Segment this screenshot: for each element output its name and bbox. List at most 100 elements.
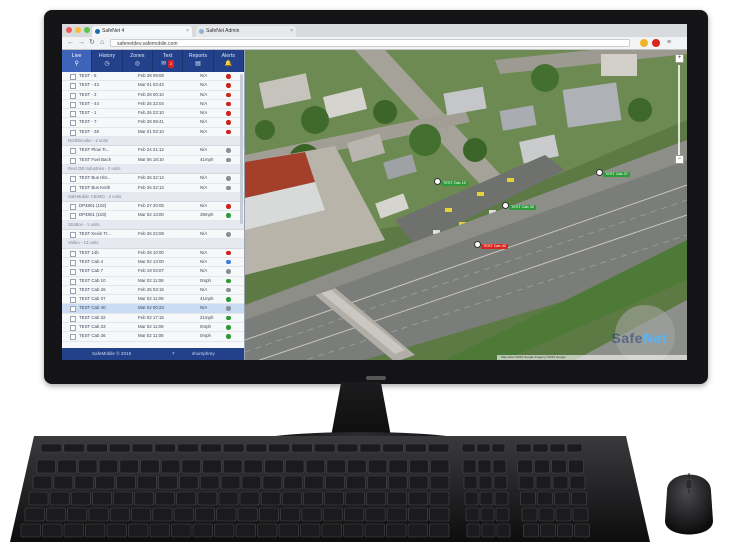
- unit-checkbox[interactable]: [70, 157, 76, 164]
- unit-row[interactable]: TEST - 44 Feb 26 22:04 N/A: [62, 100, 244, 110]
- map-attribution: Map data ©2015 Google Imagery ©2015 Goog…: [497, 355, 687, 360]
- unit-checkbox[interactable]: [70, 176, 76, 183]
- unit-group-header[interactable]: Northbrooke - 2 units: [62, 137, 244, 147]
- browser-tab-safenet[interactable]: SafeNet 4 ×: [92, 26, 192, 37]
- forward-icon[interactable]: →: [78, 37, 85, 49]
- close-tab-icon[interactable]: ×: [290, 26, 293, 37]
- unit-row[interactable]: DP4801 (102) Feb 27 20:05 N/A: [62, 202, 244, 212]
- unit-checkbox[interactable]: [70, 111, 76, 118]
- keyboard-key: [314, 443, 336, 453]
- scrollbar[interactable]: [240, 74, 243, 224]
- close-tab-icon[interactable]: ×: [186, 26, 189, 37]
- map-marker-cab-37[interactable]: TEST Cab 37: [596, 169, 630, 177]
- unit-row[interactable]: DP4801 (103) Mar 02 13:00 38mph: [62, 211, 244, 221]
- unit-last-update: Mar 01 03:10: [138, 128, 164, 134]
- home-icon[interactable]: ⌂: [100, 37, 104, 49]
- unit-checkbox[interactable]: [70, 92, 76, 99]
- unit-row[interactable]: TEST - 28 Mar 01 03:10 N/A: [62, 128, 244, 138]
- keyboard-key: [160, 459, 181, 474]
- status-dot-icon: [226, 185, 231, 191]
- unit-last-update: Feb 28 10:00: [138, 249, 164, 255]
- unit-checkbox[interactable]: [70, 278, 76, 285]
- status-dot-icon: [226, 92, 231, 98]
- unit-checkbox[interactable]: [70, 204, 76, 211]
- unit-group-header[interactable]: Valleo - 13 units: [62, 239, 244, 249]
- tab-history[interactable]: History ◷: [92, 50, 123, 72]
- map-marker-cab-40[interactable]: TEST Cab 40: [474, 241, 508, 249]
- zoom-out-button[interactable]: −: [675, 155, 684, 164]
- unit-checkbox[interactable]: [70, 297, 76, 304]
- user-name[interactable]: shumphrey: [192, 348, 215, 360]
- unit-checkbox[interactable]: [70, 269, 76, 276]
- map-marker-cab-32[interactable]: TEST Cab 32: [502, 202, 536, 210]
- menu-icon[interactable]: ≡: [667, 37, 671, 49]
- zoom-window-button[interactable]: [84, 27, 90, 33]
- unit-row[interactable]: TEST Kevin Tr... Feb 26 22:08 N/A: [62, 230, 244, 240]
- unit-row[interactable]: TEST Cab 7 Feb 19 03:07 N/A: [62, 267, 244, 277]
- map-view[interactable]: TEST Cab 10 TEST Cab 32 TEST Cab 37 TEST…: [245, 50, 687, 360]
- tab-reports[interactable]: Reports ▤: [183, 50, 214, 72]
- unit-checkbox[interactable]: [70, 185, 76, 192]
- unit-row[interactable]: TEST Cab 33 Mar 02 11:09 0mph: [62, 323, 244, 333]
- unit-row[interactable]: TEST Cab 37 Mar 02 11:09 41mph: [62, 295, 244, 305]
- unit-checkbox[interactable]: [70, 315, 76, 322]
- unit-name: TEST Bus Hbr...: [79, 175, 111, 181]
- close-window-button[interactable]: [66, 27, 72, 33]
- unit-row[interactable]: TEST Cab 36 Mar 02 11:08 0mph: [62, 332, 244, 342]
- unit-row[interactable]: TEST Cab 40 Mar 02 00:23 N/A: [62, 304, 244, 314]
- back-icon[interactable]: ←: [67, 37, 74, 49]
- unit-checkbox[interactable]: [70, 148, 76, 155]
- unit-row[interactable]: TEST - 2 Feb 28 00:10 N/A: [62, 91, 244, 100]
- url-field[interactable]: safenetdev.safemobile.com: [110, 39, 630, 47]
- unit-row[interactable]: TEST Cab 10 Mar 02 11:08 0mph: [62, 277, 244, 286]
- unit-checkbox[interactable]: [70, 83, 76, 90]
- unit-checkbox[interactable]: [70, 250, 76, 257]
- unit-checkbox[interactable]: [70, 101, 76, 108]
- tab-live[interactable]: Live ⚲: [62, 50, 93, 72]
- extension-icon[interactable]: [652, 39, 660, 47]
- keyboard-key: [534, 459, 550, 474]
- unit-group-header[interactable]: SafeMobile CB/MO - 2 units: [62, 192, 244, 203]
- unit-group-header[interactable]: Stratton - 1 units: [62, 220, 244, 231]
- unit-checkbox[interactable]: [70, 74, 76, 80]
- keyboard-key: [496, 523, 511, 538]
- unit-checkbox[interactable]: [70, 259, 76, 266]
- unit-checkbox[interactable]: [70, 334, 76, 341]
- unit-speed: N/A: [200, 119, 208, 125]
- unit-checkbox[interactable]: [70, 287, 76, 294]
- unit-checkbox[interactable]: [70, 213, 76, 220]
- unit-checkbox[interactable]: [70, 306, 76, 313]
- unit-row[interactable]: TEST Cab 26 Feb 25 03:16 N/A: [62, 286, 244, 296]
- map-marker-cab-10[interactable]: TEST Cab 10: [434, 178, 468, 186]
- keyboard-key: [495, 507, 510, 522]
- unit-row[interactable]: TEST Bus Hbr... Feb 26 22:13 N/A: [62, 174, 244, 184]
- unit-row[interactable]: TEST - 5 Feb 28 09:08 N/A: [62, 72, 244, 82]
- tab-text[interactable]: Text ✉ 2: [153, 50, 184, 72]
- unit-row[interactable]: TEST 14b Feb 28 10:00 N/A: [62, 249, 244, 258]
- zoom-in-button[interactable]: +: [675, 54, 684, 63]
- unit-row[interactable]: TEST Cab 4 Mar 02 13:00 N/A: [62, 258, 244, 268]
- reload-icon[interactable]: ↻: [89, 37, 95, 49]
- unit-row[interactable]: TEST - 1 Feb 26 23:10 N/A: [62, 109, 244, 119]
- unit-checkbox[interactable]: [70, 120, 76, 127]
- unit-row[interactable]: TEST - 43 Mar 01 03:43 N/A: [62, 81, 244, 91]
- keyboard-key: [537, 491, 553, 506]
- keyboard-key: [128, 523, 149, 538]
- tab-alerts[interactable]: Alerts 🔔: [214, 50, 244, 72]
- unit-row[interactable]: TEST Fuel Bach Mar 06 18:10 41mph: [62, 156, 244, 165]
- unit-row[interactable]: TEST Plow Tr... Feb 24 21:12 N/A: [62, 146, 244, 156]
- unit-row[interactable]: TEST Bus Keith Feb 26 22:13 N/A: [62, 184, 244, 193]
- unit-checkbox[interactable]: [70, 129, 76, 136]
- unit-row[interactable]: TEST Cab 32 Feb 02 17:15 21mph: [62, 314, 244, 324]
- unit-last-update: Feb 26 22:13: [138, 184, 164, 190]
- unit-row[interactable]: TEST - 7 Feb 28 09:41 N/A: [62, 118, 244, 128]
- unit-checkbox[interactable]: [70, 232, 76, 239]
- zoom-slider[interactable]: [678, 65, 680, 155]
- unit-group-header[interactable]: Rest OB Industries - 2 units: [62, 164, 244, 175]
- browser-tab-admin[interactable]: SafeNet Admin ×: [196, 26, 296, 37]
- keyboard-key: [492, 459, 507, 474]
- tab-zones[interactable]: Zones ◎: [123, 50, 153, 72]
- extension-icon[interactable]: [640, 39, 648, 47]
- minimize-window-button[interactable]: [75, 27, 81, 33]
- unit-checkbox[interactable]: [70, 325, 76, 332]
